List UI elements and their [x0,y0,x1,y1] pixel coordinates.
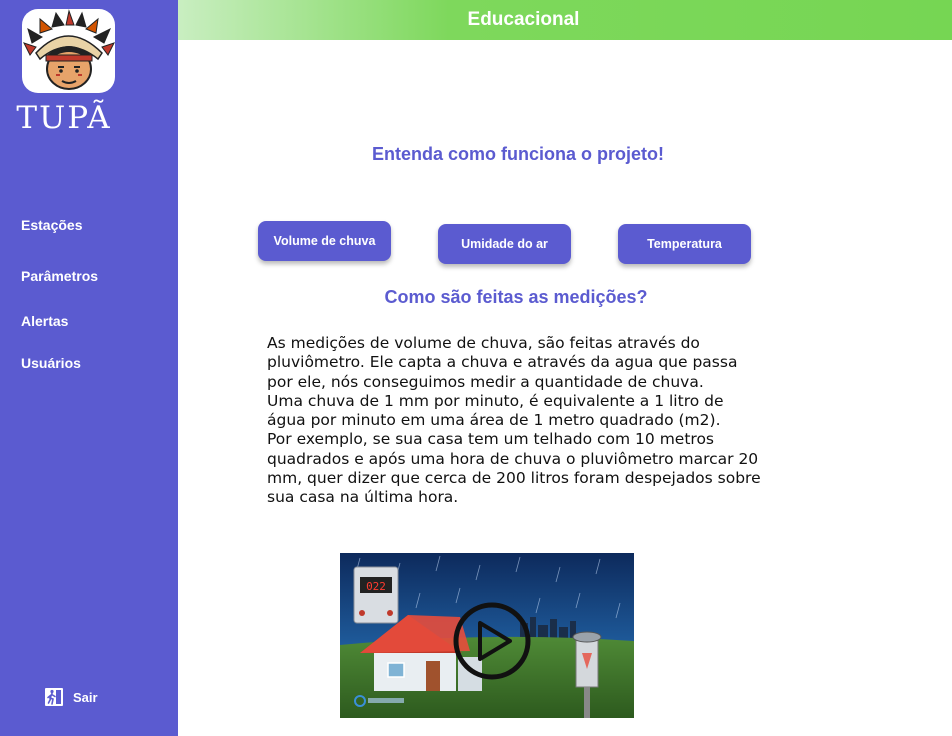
explanation-text: As medições de volume de chuva, são feit… [267,334,767,508]
sidebar-item-alertas[interactable]: Alertas [21,313,68,329]
logo-icon[interactable] [22,9,115,93]
tab-umidade-do-ar[interactable]: Umidade do ar [438,224,571,264]
main-heading: Entenda como funciona o projeto! [372,144,664,164]
paragraph: As medições de volume de chuva, são feit… [267,334,738,391]
exit-door-icon [44,687,64,707]
sidebar: TUPÃ Estações Parâmetros Alertas Usuário… [0,0,178,736]
video-player[interactable]: 022 [340,553,634,718]
header-bar: Educacional [178,0,952,40]
logout-button[interactable]: Sair [44,687,98,707]
sidebar-item-usuarios[interactable]: Usuários [21,355,81,371]
brand-name: TUPÃ [16,100,112,136]
paragraph: Por exemplo, se sua casa tem um telhado … [267,430,761,507]
section-title: Como são feitas as medições? [384,287,648,307]
paragraph: Uma chuva de 1 mm por minuto, é equivale… [267,391,724,430]
tab-temperatura[interactable]: Temperatura [618,224,751,264]
page-title: Educacional [467,9,580,30]
rain-gauge-display: 022 [366,580,386,593]
logout-label: Sair [73,689,98,705]
tab-volume-de-chuva[interactable]: Volume de chuva [258,221,391,261]
sidebar-item-parametros[interactable]: Parâmetros [21,268,98,284]
sidebar-item-estacoes[interactable]: Estações [21,217,82,233]
